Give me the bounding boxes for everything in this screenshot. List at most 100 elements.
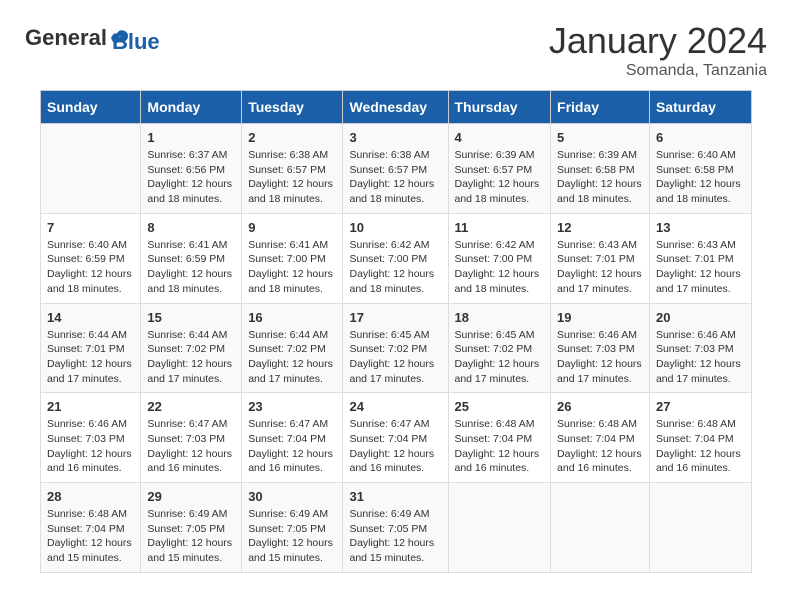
calendar-cell: 20 Sunrise: 6:46 AM Sunset: 7:03 PM Dayl… <box>649 303 751 393</box>
month-title: January 2024 <box>549 20 767 62</box>
day-number: 9 <box>248 220 336 235</box>
day-number: 12 <box>557 220 643 235</box>
day-info: Sunrise: 6:43 AM Sunset: 7:01 PM Dayligh… <box>656 238 745 297</box>
day-info: Sunrise: 6:40 AM Sunset: 6:59 PM Dayligh… <box>47 238 134 297</box>
day-number: 17 <box>349 310 441 325</box>
title-section: January 2024 Somanda, Tanzania <box>549 20 767 80</box>
calendar-cell: 9 Sunrise: 6:41 AM Sunset: 7:00 PM Dayli… <box>242 213 343 303</box>
day-number: 16 <box>248 310 336 325</box>
calendar-cell: 23 Sunrise: 6:47 AM Sunset: 7:04 PM Dayl… <box>242 393 343 483</box>
day-info: Sunrise: 6:42 AM Sunset: 7:00 PM Dayligh… <box>455 238 545 297</box>
day-info: Sunrise: 6:46 AM Sunset: 7:03 PM Dayligh… <box>656 328 745 387</box>
calendar-cell: 11 Sunrise: 6:42 AM Sunset: 7:00 PM Dayl… <box>448 213 551 303</box>
day-info: Sunrise: 6:39 AM Sunset: 6:58 PM Dayligh… <box>557 148 643 207</box>
day-number: 1 <box>147 130 235 145</box>
calendar-cell: 27 Sunrise: 6:48 AM Sunset: 7:04 PM Dayl… <box>649 393 751 483</box>
day-number: 29 <box>147 489 235 504</box>
day-info: Sunrise: 6:48 AM Sunset: 7:04 PM Dayligh… <box>557 417 643 476</box>
calendar-cell: 17 Sunrise: 6:45 AM Sunset: 7:02 PM Dayl… <box>343 303 448 393</box>
header-thursday: Thursday <box>448 91 551 124</box>
day-info: Sunrise: 6:37 AM Sunset: 6:56 PM Dayligh… <box>147 148 235 207</box>
day-info: Sunrise: 6:48 AM Sunset: 7:04 PM Dayligh… <box>47 507 134 566</box>
day-number: 23 <box>248 399 336 414</box>
calendar-cell: 4 Sunrise: 6:39 AM Sunset: 6:57 PM Dayli… <box>448 124 551 214</box>
day-number: 30 <box>248 489 336 504</box>
day-number: 11 <box>455 220 545 235</box>
day-number: 15 <box>147 310 235 325</box>
day-number: 18 <box>455 310 545 325</box>
day-number: 8 <box>147 220 235 235</box>
calendar-week-row: 21 Sunrise: 6:46 AM Sunset: 7:03 PM Dayl… <box>41 393 752 483</box>
day-info: Sunrise: 6:45 AM Sunset: 7:02 PM Dayligh… <box>455 328 545 387</box>
day-info: Sunrise: 6:38 AM Sunset: 6:57 PM Dayligh… <box>349 148 441 207</box>
calendar-cell: 16 Sunrise: 6:44 AM Sunset: 7:02 PM Dayl… <box>242 303 343 393</box>
calendar-cell <box>649 483 751 573</box>
calendar-cell: 29 Sunrise: 6:49 AM Sunset: 7:05 PM Dayl… <box>141 483 242 573</box>
day-info: Sunrise: 6:48 AM Sunset: 7:04 PM Dayligh… <box>455 417 545 476</box>
day-info: Sunrise: 6:42 AM Sunset: 7:00 PM Dayligh… <box>349 238 441 297</box>
day-number: 27 <box>656 399 745 414</box>
day-number: 3 <box>349 130 441 145</box>
day-info: Sunrise: 6:44 AM Sunset: 7:01 PM Dayligh… <box>47 328 134 387</box>
day-number: 25 <box>455 399 545 414</box>
location: Somanda, Tanzania <box>549 62 767 80</box>
calendar-cell: 8 Sunrise: 6:41 AM Sunset: 6:59 PM Dayli… <box>141 213 242 303</box>
calendar-cell: 10 Sunrise: 6:42 AM Sunset: 7:00 PM Dayl… <box>343 213 448 303</box>
day-number: 21 <box>47 399 134 414</box>
day-info: Sunrise: 6:38 AM Sunset: 6:57 PM Dayligh… <box>248 148 336 207</box>
day-number: 19 <box>557 310 643 325</box>
day-info: Sunrise: 6:47 AM Sunset: 7:04 PM Dayligh… <box>349 417 441 476</box>
day-info: Sunrise: 6:45 AM Sunset: 7:02 PM Dayligh… <box>349 328 441 387</box>
day-info: Sunrise: 6:47 AM Sunset: 7:04 PM Dayligh… <box>248 417 336 476</box>
day-number: 22 <box>147 399 235 414</box>
calendar-cell: 25 Sunrise: 6:48 AM Sunset: 7:04 PM Dayl… <box>448 393 551 483</box>
day-info: Sunrise: 6:46 AM Sunset: 7:03 PM Dayligh… <box>557 328 643 387</box>
day-info: Sunrise: 6:41 AM Sunset: 6:59 PM Dayligh… <box>147 238 235 297</box>
page-header: General Blue January 2024 Somanda, Tanza… <box>10 10 782 85</box>
logo-blue: Blue <box>112 15 160 55</box>
calendar-header-row: Sunday Monday Tuesday Wednesday Thursday… <box>41 91 752 124</box>
header-sunday: Sunday <box>41 91 141 124</box>
day-info: Sunrise: 6:49 AM Sunset: 7:05 PM Dayligh… <box>248 507 336 566</box>
day-number: 4 <box>455 130 545 145</box>
calendar-cell: 1 Sunrise: 6:37 AM Sunset: 6:56 PM Dayli… <box>141 124 242 214</box>
calendar-cell: 31 Sunrise: 6:49 AM Sunset: 7:05 PM Dayl… <box>343 483 448 573</box>
header-tuesday: Tuesday <box>242 91 343 124</box>
day-number: 10 <box>349 220 441 235</box>
day-info: Sunrise: 6:48 AM Sunset: 7:04 PM Dayligh… <box>656 417 745 476</box>
day-info: Sunrise: 6:40 AM Sunset: 6:58 PM Dayligh… <box>656 148 745 207</box>
header-wednesday: Wednesday <box>343 91 448 124</box>
calendar-cell: 12 Sunrise: 6:43 AM Sunset: 7:01 PM Dayl… <box>551 213 650 303</box>
day-info: Sunrise: 6:49 AM Sunset: 7:05 PM Dayligh… <box>147 507 235 566</box>
logo: General Blue <box>25 20 160 55</box>
day-info: Sunrise: 6:49 AM Sunset: 7:05 PM Dayligh… <box>349 507 441 566</box>
day-number: 26 <box>557 399 643 414</box>
calendar-cell: 19 Sunrise: 6:46 AM Sunset: 7:03 PM Dayl… <box>551 303 650 393</box>
calendar-week-row: 14 Sunrise: 6:44 AM Sunset: 7:01 PM Dayl… <box>41 303 752 393</box>
calendar-cell: 28 Sunrise: 6:48 AM Sunset: 7:04 PM Dayl… <box>41 483 141 573</box>
logo-general: General <box>25 25 107 50</box>
day-info: Sunrise: 6:41 AM Sunset: 7:00 PM Dayligh… <box>248 238 336 297</box>
calendar-cell: 24 Sunrise: 6:47 AM Sunset: 7:04 PM Dayl… <box>343 393 448 483</box>
calendar-table: Sunday Monday Tuesday Wednesday Thursday… <box>40 90 752 573</box>
calendar-cell: 2 Sunrise: 6:38 AM Sunset: 6:57 PM Dayli… <box>242 124 343 214</box>
calendar-week-row: 28 Sunrise: 6:48 AM Sunset: 7:04 PM Dayl… <box>41 483 752 573</box>
calendar-cell: 6 Sunrise: 6:40 AM Sunset: 6:58 PM Dayli… <box>649 124 751 214</box>
calendar-cell: 13 Sunrise: 6:43 AM Sunset: 7:01 PM Dayl… <box>649 213 751 303</box>
calendar-cell <box>41 124 141 214</box>
calendar-week-row: 1 Sunrise: 6:37 AM Sunset: 6:56 PM Dayli… <box>41 124 752 214</box>
calendar-cell: 3 Sunrise: 6:38 AM Sunset: 6:57 PM Dayli… <box>343 124 448 214</box>
calendar-cell: 30 Sunrise: 6:49 AM Sunset: 7:05 PM Dayl… <box>242 483 343 573</box>
day-number: 20 <box>656 310 745 325</box>
header-saturday: Saturday <box>649 91 751 124</box>
calendar-cell: 7 Sunrise: 6:40 AM Sunset: 6:59 PM Dayli… <box>41 213 141 303</box>
calendar-cell: 22 Sunrise: 6:47 AM Sunset: 7:03 PM Dayl… <box>141 393 242 483</box>
day-number: 14 <box>47 310 134 325</box>
calendar-cell <box>448 483 551 573</box>
day-info: Sunrise: 6:47 AM Sunset: 7:03 PM Dayligh… <box>147 417 235 476</box>
calendar-cell: 26 Sunrise: 6:48 AM Sunset: 7:04 PM Dayl… <box>551 393 650 483</box>
calendar-cell: 21 Sunrise: 6:46 AM Sunset: 7:03 PM Dayl… <box>41 393 141 483</box>
day-info: Sunrise: 6:43 AM Sunset: 7:01 PM Dayligh… <box>557 238 643 297</box>
calendar-cell: 14 Sunrise: 6:44 AM Sunset: 7:01 PM Dayl… <box>41 303 141 393</box>
day-info: Sunrise: 6:44 AM Sunset: 7:02 PM Dayligh… <box>147 328 235 387</box>
